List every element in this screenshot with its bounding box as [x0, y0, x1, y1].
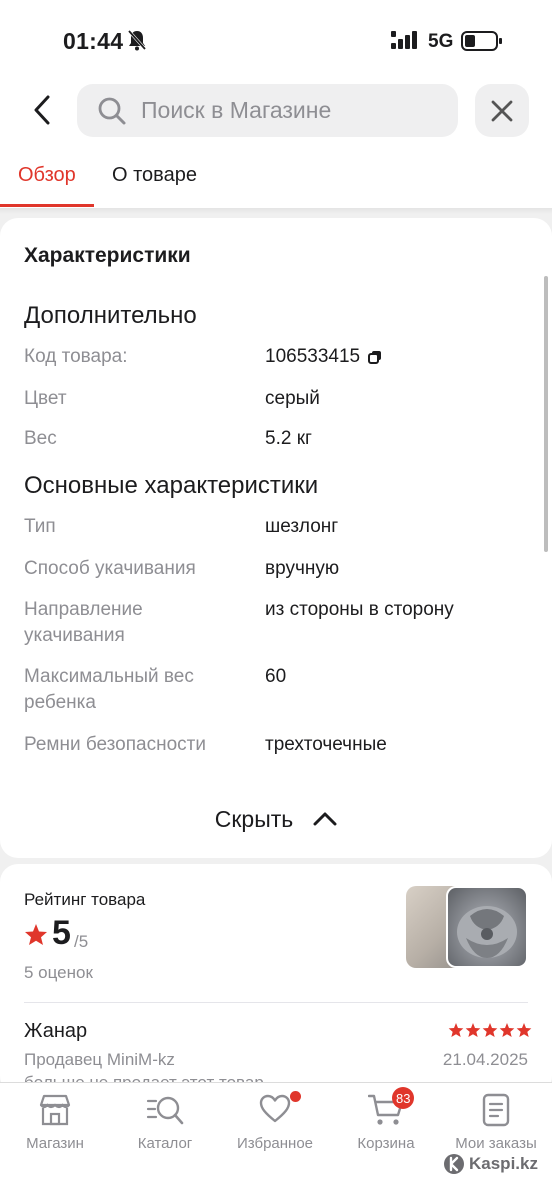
star-icon	[516, 1023, 532, 1037]
reviewer-name: Жанар	[24, 1020, 88, 1042]
orders-icon	[482, 1093, 510, 1127]
chevron-left-icon	[34, 95, 50, 125]
review-seller: Продавец MiniM-kz	[24, 1050, 175, 1069]
divider	[24, 1002, 528, 1003]
tab-about-product[interactable]: О товаре	[112, 164, 197, 187]
spec-label: Вес	[24, 428, 57, 449]
spec-label: Код товара:	[24, 346, 128, 367]
catalog-icon	[146, 1096, 184, 1125]
nav-label: Корзина	[357, 1135, 415, 1152]
chevron-up-icon	[313, 812, 337, 826]
review-date: 21.04.2025	[442, 1050, 528, 1069]
search-header	[0, 80, 552, 140]
spec-value: шезлонг	[265, 516, 339, 537]
review-stars	[448, 1022, 532, 1038]
spec-value: серый	[265, 388, 320, 409]
tabs-shadow	[0, 208, 552, 214]
rating-max: /5	[74, 932, 89, 951]
star-icon	[499, 1023, 515, 1037]
network-label: 5G	[428, 31, 454, 52]
rating-count[interactable]: 5 оценок	[24, 963, 93, 983]
nav-label: Каталог	[137, 1135, 193, 1152]
specifications-card: Характеристики Дополнительно Код товара:…	[0, 218, 552, 858]
spec-label: Тип	[24, 516, 56, 537]
bottom-nav: Магазин Каталог Избранное 83 Корзина Мои…	[0, 1082, 552, 1200]
spec-value-product-code: 106533415	[265, 344, 535, 370]
spec-label: Ремни безопасности	[24, 734, 206, 755]
status-time: 01:44	[63, 28, 124, 54]
hide-button[interactable]: Скрыть	[0, 796, 552, 842]
tab-overview[interactable]: Обзор	[18, 164, 76, 187]
nav-orders[interactable]: Мои заказы	[441, 1083, 551, 1163]
specifications-title: Характеристики	[24, 244, 191, 267]
kaspi-logo-icon	[444, 1154, 464, 1174]
battery-icon	[461, 31, 502, 51]
star-icon	[465, 1023, 481, 1037]
review-photo[interactable]	[446, 886, 528, 968]
bell-off-icon	[127, 30, 147, 51]
tab-bar: Обзор О товаре	[0, 140, 552, 208]
nav-shop[interactable]: Магазин	[0, 1083, 110, 1163]
spec-value: 5.2 кг	[265, 428, 312, 449]
back-button[interactable]	[26, 92, 58, 128]
signal-icon	[391, 31, 417, 49]
product-code: 106533415	[265, 346, 361, 367]
search-icon	[98, 97, 126, 124]
spec-label: Максимальный вес ребенка	[24, 666, 194, 713]
star-icon	[482, 1023, 498, 1037]
copy-icon[interactable]	[368, 350, 382, 364]
spec-label: Цвет	[24, 388, 67, 409]
rating-score: 5	[52, 914, 71, 952]
heart-icon	[259, 1094, 291, 1123]
nav-label: Магазин	[26, 1135, 84, 1152]
scrollbar[interactable]	[544, 276, 548, 552]
clear-button[interactable]	[475, 84, 529, 137]
cart-badge: 83	[392, 1087, 415, 1109]
spec-label: Способ укачивания	[24, 558, 196, 579]
nav-cart[interactable]: 83 Корзина	[331, 1083, 441, 1163]
spec-value: из стороны в сторону	[265, 599, 454, 620]
notification-dot	[290, 1091, 301, 1102]
rating-card: Рейтинг товара 5 /5 5 оценок Жанар Прода…	[0, 864, 552, 1094]
status-bar: 01:44 5G	[0, 0, 552, 80]
search-box[interactable]	[77, 84, 458, 137]
nav-catalog[interactable]: Каталог	[110, 1083, 220, 1163]
spec-value: 60	[265, 666, 287, 687]
kaspi-watermark: Kaspi.kz	[443, 1153, 538, 1175]
nav-favorites[interactable]: Избранное	[220, 1083, 330, 1163]
active-tab-indicator	[0, 204, 94, 207]
star-icon	[448, 1023, 464, 1037]
group-title-additional: Дополнительно	[24, 302, 197, 329]
nav-label: Мои заказы	[455, 1135, 537, 1152]
close-icon	[491, 100, 513, 121]
search-input[interactable]	[141, 97, 431, 124]
hide-label: Скрыть	[214, 805, 294, 832]
spec-label: Направление укачивания	[24, 599, 143, 646]
group-title-main: Основные характеристики	[24, 472, 319, 499]
watermark-text: Kaspi.kz	[469, 1154, 538, 1173]
product-photo-shape	[457, 906, 517, 958]
shop-icon	[39, 1094, 71, 1126]
star-icon	[25, 924, 47, 945]
spec-value: трехточечные	[265, 734, 387, 755]
spec-value: вручную	[265, 558, 340, 579]
nav-label: Избранное	[236, 1135, 314, 1152]
rating-title: Рейтинг товара	[24, 890, 146, 909]
